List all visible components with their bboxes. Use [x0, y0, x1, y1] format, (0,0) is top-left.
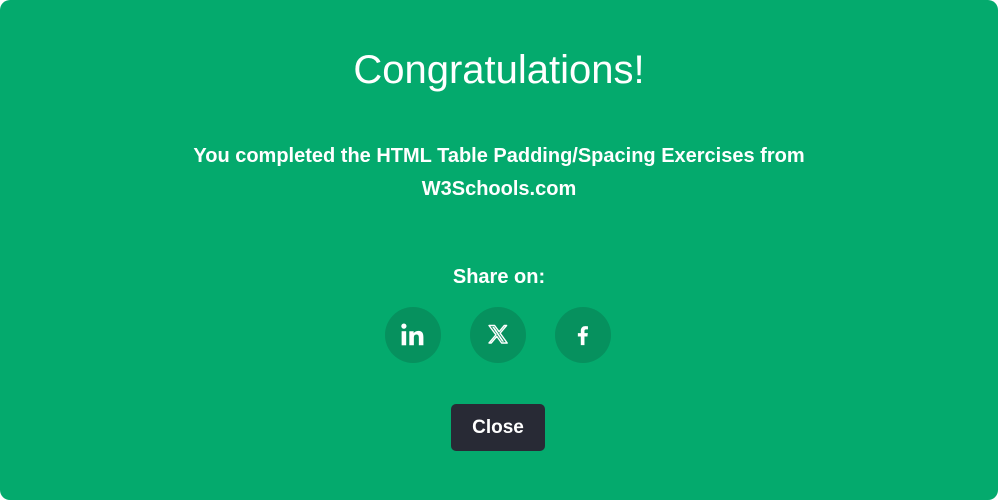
share-x-button[interactable] [470, 307, 526, 363]
congratulations-modal: Congratulations! You completed the HTML … [0, 0, 998, 500]
share-linkedin-button[interactable] [385, 307, 441, 363]
x-icon [488, 324, 508, 344]
linkedin-icon [401, 323, 424, 346]
facebook-icon [577, 326, 588, 346]
completion-message-line-2: W3Schools.com [421, 178, 577, 200]
close-button[interactable]: Close [451, 404, 545, 451]
modal-title: Congratulations! [353, 48, 645, 92]
share-label: Share on: [452, 266, 546, 288]
share-facebook-button[interactable] [555, 307, 611, 363]
completion-message-line-1: You completed the HTML Table Padding/Spa… [193, 145, 805, 167]
completion-message: You completed the HTML Table Padding/Spa… [0, 140, 998, 206]
